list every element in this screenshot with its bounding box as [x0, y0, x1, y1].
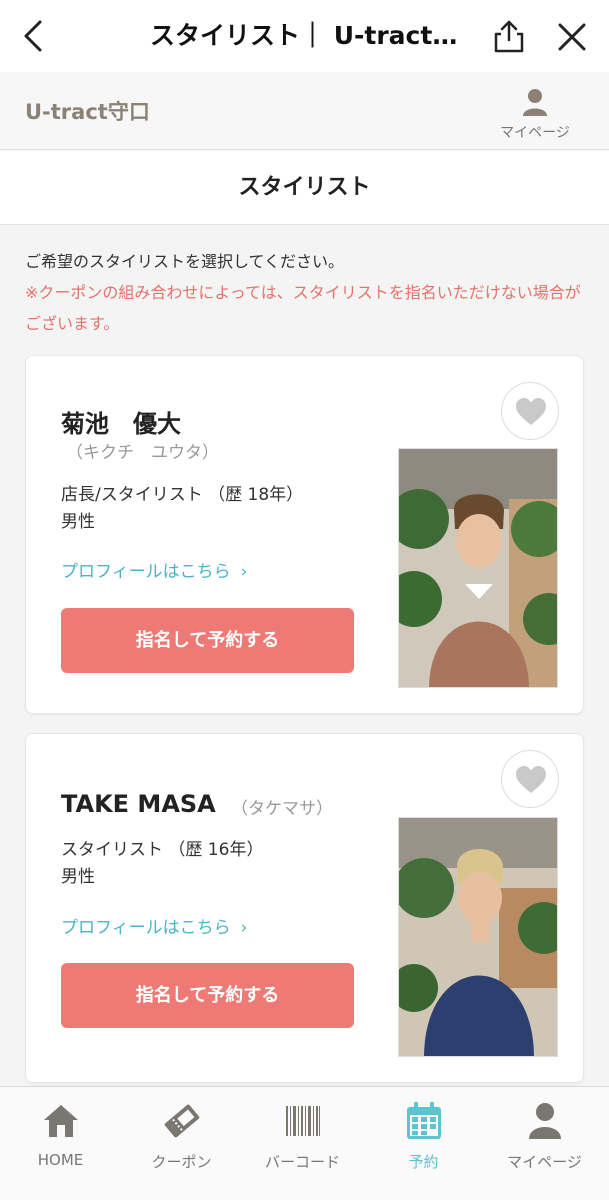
app-bar-title: スタイリスト｜ U-tract守口	[150, 21, 470, 50]
favorite-button[interactable]	[501, 750, 559, 808]
site-header: U-tract守口 マイページ	[0, 72, 609, 150]
nav-item-reservation[interactable]: 予約	[363, 1087, 484, 1200]
stylist-photo	[398, 817, 558, 1057]
heart-icon	[516, 398, 546, 425]
profile-link-label: プロフィールはこちら	[61, 918, 231, 938]
header-mypage-label: マイページ	[500, 125, 570, 141]
nav-label-mypage: マイページ	[507, 1153, 582, 1171]
stylist-card: TAKE MASA （タケマサ） スタイリスト （歴 16年） 男性 プロフィー…	[25, 733, 584, 1083]
stylist-role: スタイリスト （歴 16年）	[61, 840, 264, 860]
nav-item-barcode[interactable]: バーコード	[242, 1087, 363, 1200]
chevron-right-icon: ›	[240, 918, 248, 938]
stylist-gender: 男性	[61, 867, 95, 887]
barcode-icon	[286, 1106, 320, 1136]
nav-item-mypage[interactable]: マイページ	[484, 1087, 605, 1200]
profile-link[interactable]: プロフィールはこちら ›	[61, 913, 247, 938]
stylist-kana: （タケマサ）	[231, 799, 333, 819]
bottom-nav: HOME クーポン バーコード 予約 マイページ	[0, 1086, 609, 1200]
stylist-name: 菊池 優大	[61, 410, 181, 438]
share-icon[interactable]	[492, 18, 526, 54]
stylist-photo	[398, 448, 558, 688]
brand-logo-text[interactable]: U-tract守口	[25, 96, 150, 126]
ticket-icon	[164, 1104, 200, 1138]
stylist-card: 菊池 優大 （キクチ ユウタ） 店長/スタイリスト （歴 18年） 男性 プロフ…	[25, 355, 584, 714]
person-icon	[523, 89, 547, 116]
stylist-gender: 男性	[61, 512, 95, 532]
stylist-role: 店長/スタイリスト （歴 18年）	[61, 485, 304, 505]
notice-text: ※クーポンの組み合わせによっては、スタイリストを指名いただけない場合がございます…	[25, 283, 581, 333]
intro-text: ご希望のスタイリストを選択してください。	[25, 252, 345, 271]
back-arrow-icon[interactable]	[18, 18, 48, 54]
stylist-name: TAKE MASA	[61, 790, 216, 818]
book-stylist-button[interactable]: 指名して予約する	[61, 963, 354, 1028]
nav-label-barcode: バーコード	[264, 1153, 340, 1171]
nav-item-coupon[interactable]: クーポン	[121, 1087, 242, 1200]
nav-label-reservation: 予約	[408, 1153, 439, 1171]
stylist-kana: （キクチ ユウタ）	[66, 443, 219, 463]
heart-icon	[516, 766, 546, 793]
stylist-list: ご希望のスタイリストを選択してください。 ※クーポンの組み合わせによっては、スタ…	[0, 226, 609, 1086]
favorite-button[interactable]	[501, 382, 559, 440]
close-icon[interactable]	[555, 20, 589, 54]
calendar-icon	[407, 1102, 441, 1139]
nav-label-coupon: クーポン	[151, 1153, 212, 1171]
profile-link-label: プロフィールはこちら	[61, 562, 231, 582]
nav-item-home[interactable]: HOME	[0, 1087, 121, 1200]
book-stylist-button[interactable]: 指名して予約する	[61, 608, 354, 673]
header-mypage-link[interactable]: マイページ	[490, 88, 580, 142]
home-icon	[44, 1105, 78, 1137]
chevron-right-icon: ›	[240, 562, 248, 582]
person-icon	[529, 1103, 561, 1139]
profile-link[interactable]: プロフィールはこちら ›	[61, 557, 247, 582]
page-title: スタイリスト	[0, 151, 609, 225]
nav-label-home: HOME	[37, 1151, 84, 1169]
app-bar: スタイリスト｜ U-tract守口	[0, 0, 609, 72]
